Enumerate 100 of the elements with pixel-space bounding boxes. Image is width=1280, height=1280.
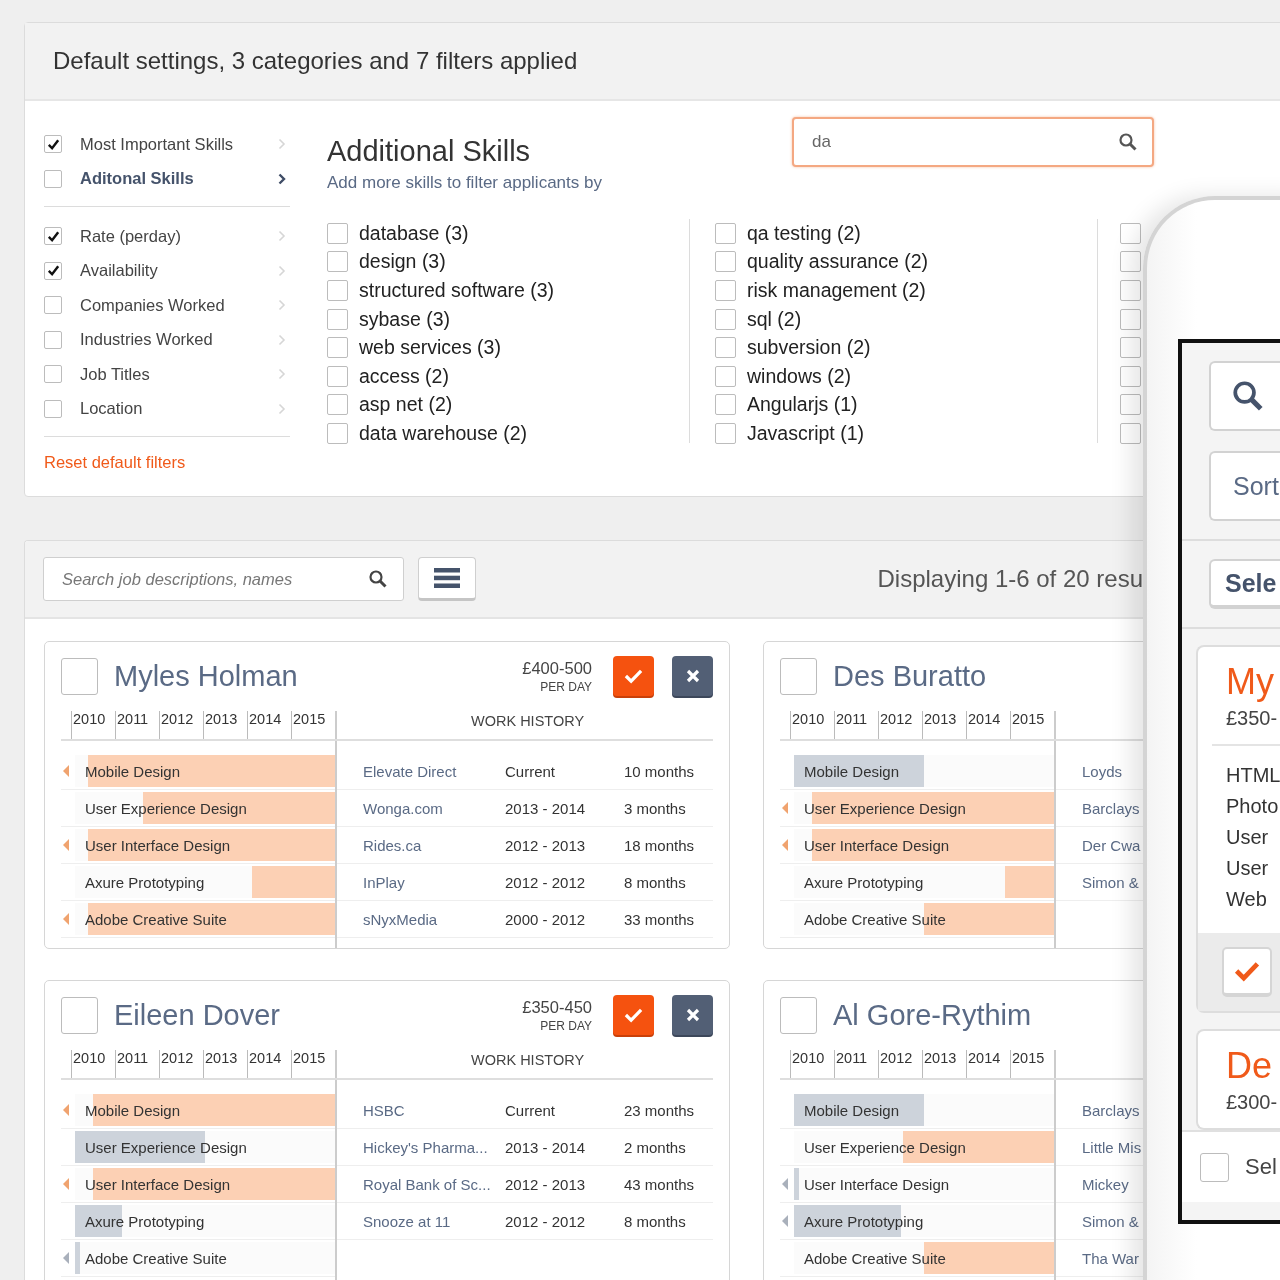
shortlist-button[interactable]: [613, 995, 654, 1035]
skill-name: User Interface Design: [804, 1176, 950, 1193]
menu-button[interactable]: [418, 557, 476, 601]
company-name: Mickey: [1082, 1175, 1130, 1193]
skill-option[interactable]: qa testing (2): [747, 221, 861, 245]
checkbox[interactable]: [327, 222, 348, 244]
checkbox[interactable]: [715, 251, 736, 273]
select-label[interactable]: Sel: [1245, 1154, 1277, 1180]
work-history-heading: WORK HISTORY: [471, 1052, 585, 1070]
checkbox[interactable]: [715, 280, 736, 301]
filter-category[interactable]: Location: [80, 399, 143, 419]
checkbox[interactable]: [715, 222, 736, 244]
chevron-icon: [278, 299, 286, 312]
shortlist-button[interactable]: [1222, 947, 1272, 997]
skill-option[interactable]: access (2): [359, 364, 449, 388]
year-label: 2011: [115, 1050, 159, 1078]
employment-duration: 8 months: [624, 873, 686, 891]
checkbox[interactable]: [1120, 251, 1141, 273]
checkbox[interactable]: [61, 657, 98, 695]
checkbox[interactable]: [44, 261, 62, 280]
filter-category[interactable]: Availability: [80, 261, 158, 281]
checkbox[interactable]: [715, 394, 736, 416]
employment-duration: 33 months: [624, 910, 695, 928]
skill-option[interactable]: asp net (2): [359, 393, 453, 417]
checkbox[interactable]: [327, 394, 348, 416]
checkbox[interactable]: [327, 308, 348, 330]
reject-button[interactable]: [672, 656, 713, 696]
filter-category[interactable]: Job Titles: [80, 364, 150, 384]
checkbox[interactable]: [1200, 1152, 1229, 1182]
skill-search-field[interactable]: da: [792, 117, 1154, 167]
results-count: Displaying 1-6 of 20 resu: [877, 565, 1143, 593]
checkbox[interactable]: [44, 365, 62, 384]
check-icon: [1234, 960, 1260, 982]
skill-option[interactable]: structured software (3): [359, 279, 555, 302]
filter-category[interactable]: Companies Worked: [80, 295, 225, 315]
search-icon: [368, 569, 388, 589]
filter-category[interactable]: Rate (perday): [80, 226, 181, 246]
checkbox[interactable]: [1120, 394, 1141, 416]
skill-option[interactable]: Javascript (1): [747, 421, 865, 445]
chevron-icon: [278, 264, 286, 277]
checkbox[interactable]: [715, 422, 736, 444]
skill-name: User Interface Design: [85, 837, 231, 854]
skill-name: Photo: [1226, 794, 1280, 819]
skill-name: User Interface Design: [804, 837, 950, 854]
skill-option[interactable]: database (3): [359, 221, 469, 245]
checkbox[interactable]: [1120, 337, 1141, 359]
checkbox[interactable]: [715, 365, 736, 387]
checkbox[interactable]: [44, 330, 62, 349]
checkbox[interactable]: [327, 251, 348, 273]
search-button[interactable]: [1209, 361, 1280, 431]
check-icon: [624, 1007, 643, 1023]
company-name: Barclays: [1082, 799, 1141, 817]
checkbox[interactable]: [1120, 422, 1141, 444]
filter-category[interactable]: Aditonal Skills: [80, 169, 194, 189]
checkbox[interactable]: [44, 227, 62, 246]
employment-period: 2012 - 2013: [505, 1175, 587, 1193]
filter-category[interactable]: Most Important Skills: [80, 134, 234, 154]
skill-option[interactable]: quality assurance (2): [747, 250, 928, 274]
checkbox[interactable]: [44, 135, 62, 154]
filter-category[interactable]: Industries Worked: [80, 330, 213, 350]
skill-option[interactable]: sql (2): [747, 307, 802, 331]
year-label: 2012: [878, 711, 922, 739]
chevron-icon: [278, 172, 286, 185]
checkbox[interactable]: [44, 169, 62, 188]
candidate-name: Al Gore-Rythim: [833, 998, 1032, 1032]
skill-option[interactable]: data warehouse (2): [359, 421, 528, 445]
skill-option[interactable]: subversion (2): [747, 336, 871, 360]
checkbox[interactable]: [327, 365, 348, 387]
checkbox[interactable]: [780, 657, 817, 695]
sort-button[interactable]: Sort: [1209, 451, 1280, 521]
shortlist-button[interactable]: [613, 656, 654, 696]
checkbox[interactable]: [44, 296, 62, 315]
checkbox[interactable]: [715, 337, 736, 359]
checkbox[interactable]: [327, 422, 348, 444]
skill-option[interactable]: Angularjs (1): [747, 393, 858, 417]
checkbox[interactable]: [327, 280, 348, 301]
checkbox[interactable]: [1120, 280, 1141, 301]
year-label: 2015: [1010, 1050, 1054, 1078]
checkbox[interactable]: [327, 337, 348, 359]
skill-option[interactable]: sybase (3): [359, 307, 451, 331]
skill-option[interactable]: design (3): [359, 250, 446, 274]
year-label: 2014: [247, 711, 291, 739]
checkbox[interactable]: [44, 399, 62, 418]
job-search-field[interactable]: Search job descriptions, names: [43, 557, 404, 601]
checkbox[interactable]: [1120, 308, 1141, 330]
checkbox[interactable]: [715, 308, 736, 330]
skill-option[interactable]: windows (2): [747, 364, 852, 388]
rate-unit: PER DAY: [540, 1018, 592, 1033]
employment-period: Current: [505, 762, 557, 780]
select-button[interactable]: Sele: [1209, 559, 1280, 609]
checkbox[interactable]: [61, 996, 98, 1034]
company-name: Royal Bank of Sc...: [363, 1175, 492, 1193]
section-subtitle: Add more skills to filter applicants by: [327, 173, 603, 193]
skill-option[interactable]: risk management (2): [747, 279, 926, 302]
checkbox[interactable]: [1120, 222, 1141, 244]
checkbox[interactable]: [780, 996, 817, 1034]
skill-option[interactable]: web services (3): [359, 336, 501, 360]
company-name: InPlay: [363, 873, 406, 891]
reject-button[interactable]: [672, 995, 713, 1035]
checkbox[interactable]: [1120, 365, 1141, 387]
